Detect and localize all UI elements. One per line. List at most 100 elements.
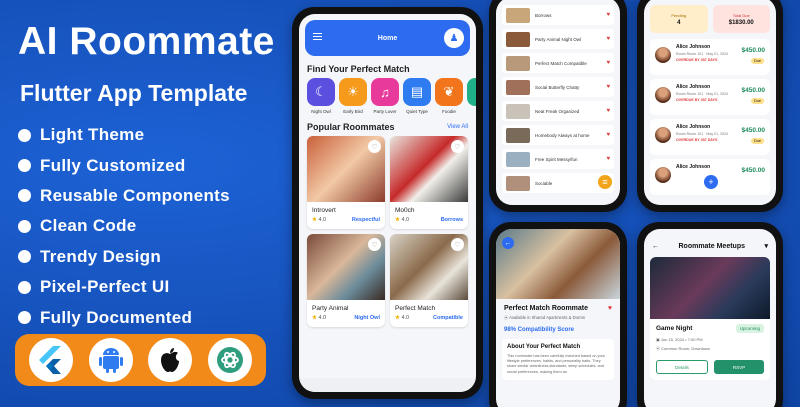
meetup-card[interactable]: Game Night Upcoming ▣ Jun 15, 2024 • 7:00… [650,257,770,380]
roommate-card[interactable]: ♡ Introvert ★ 4.0 Respectful [307,136,385,229]
roommate-tag: Compatible [433,315,463,321]
total-value: $1830.00 [728,19,754,26]
category-early-bird[interactable]: ☀ Early Bird [339,78,367,114]
category-label: Night Owl [311,109,331,114]
back-icon[interactable]: ← [502,237,514,249]
roommate-card[interactable]: ♡ Perfect Match ★ 4.0 Compatible [390,234,468,327]
date-text: Jun 15, 2024 • 7:00 PM [660,337,703,342]
list-item[interactable]: Homebody Always at home ♥ [502,125,614,145]
list-item[interactable]: Social Butterfly Chatty ♥ [502,77,614,97]
pending-label: Pending [671,12,687,18]
list-item[interactable]: Free Spirit Messy/fun ♥ [502,149,614,169]
notification-icon[interactable]: ♟ [444,28,464,48]
bullet-icon [18,250,31,264]
roommate-card[interactable]: ♡ Mo0ch ★ 4.0 Borrows [390,136,468,229]
status-badge: Due [751,58,764,64]
category-foodie[interactable]: ❦ Foodie [435,78,463,114]
find-title: Find Your Perfect Match [307,64,410,74]
roommate-photo: ♡ [307,234,385,300]
heart-icon[interactable]: ♥ [606,156,610,162]
detail-title-row: Perfect Match Roommate ♥ [504,305,612,312]
flutter-icon [28,338,73,382]
bullet-icon [18,189,31,203]
roommate-grid: ♡ Introvert ★ 4.0 Respectful ♡ Mo0ch ★ 4.… [299,136,476,327]
bullet-icon [18,219,31,233]
feature-list: Light Theme Fully Customized Reusable Co… [18,120,230,333]
heart-icon[interactable]: ♡ [451,238,464,251]
category-party-lover[interactable]: ♫ Party Lover [371,78,399,114]
expense-card[interactable]: Alice Johnson Room Room 101 · May 01, 202… [650,39,770,75]
detail-screen: ← Perfect Match Roommate ♥ ⦿ Available in… [496,229,620,407]
heart-icon[interactable]: ♥ [606,12,610,18]
expense-amount: $450.00 [741,87,766,94]
phone-home: Home ♟ Find Your Perfect Match ☾ Night Ow… [292,7,483,399]
category-list: ☾ Night Owl ☀ Early Bird ♫ Party Lover ▤ Qui… [299,78,476,114]
feature-item: Pixel-Perfect UI [18,272,230,302]
feature-item: Clean Code [18,211,230,241]
list-item[interactable]: Borrows ♥ [502,5,614,25]
rating-value: 4.0 [401,217,410,223]
list-thumbnail [506,175,530,191]
status-badge: Due [751,98,764,104]
list-item[interactable]: Party Animal Night Owl ♥ [502,29,614,49]
roommate-card[interactable]: ♡ Party Animal ★ 4.0 Night Owl [307,234,385,327]
details-button[interactable]: Details [656,360,708,374]
roommate-tag: Night Owl [354,315,380,321]
roommate-photo: ♡ [390,136,468,202]
expense-amount: $450.00 [741,47,766,54]
status-badge: Upcoming [735,324,764,333]
rating: ★ 4.0 [312,315,326,321]
avatar [655,167,671,183]
category-label: Foodie [442,109,456,114]
roommate-name: Mo0ch [395,207,415,214]
list-screen: Borrows ♥ Party Animal Night Owl ♥ Perfect… [496,0,620,205]
avatar [655,87,671,103]
roommate-photo: ♡ [307,136,385,202]
filter-icon[interactable]: ▾ [764,242,768,250]
feature-label: Fully Documented [40,307,193,327]
platform-badges [15,334,266,386]
heart-icon[interactable]: ♥ [606,132,610,138]
back-icon[interactable]: ← [652,243,659,250]
android-icon [88,338,133,382]
pending-value: 4 [677,19,681,26]
heart-icon[interactable]: ♥ [606,108,610,114]
heart-icon[interactable]: ♡ [368,238,381,251]
category-night-owl[interactable]: ☾ Night Owl [307,78,335,114]
list-item[interactable]: Neat Freak Organized ♥ [502,101,614,121]
feature-label: Clean Code [40,216,137,236]
category-more[interactable]: ●N [467,78,476,114]
rating-value: 4.0 [318,315,327,321]
heart-icon[interactable]: ♥ [606,36,610,42]
category-label: Early Bird [343,109,363,114]
view-all-link[interactable]: View All [447,124,468,132]
meetup-place: ⦿ Common Room, Downtown [656,346,711,351]
list-thumbnail [506,127,530,143]
expense-card[interactable]: Alice Johnson Room Room 101 · May 01, 202… [650,79,770,115]
category-quiet-type[interactable]: ▤ Quiet Type [403,78,431,114]
feature-label: Trendy Design [40,246,162,266]
book-icon: ▤ [403,78,431,106]
avatar [655,127,671,143]
meetup-date: ▣ Jun 15, 2024 • 7:00 PM [656,337,703,342]
app-bar: Home ♟ [305,20,470,56]
heart-icon[interactable]: ♡ [451,140,464,153]
heart-icon[interactable]: ♥ [608,305,612,312]
list-item[interactable]: Perfect Match Compatible ♥ [502,53,614,73]
system-nav-bar [299,378,476,392]
feature-item: Fully Documented [18,302,230,332]
add-expense-fab[interactable]: + [704,175,718,189]
expense-card[interactable]: Alice Johnson Room Room 101 · May 01, 202… [650,119,770,155]
feature-item: Trendy Design [18,242,230,272]
heart-icon[interactable]: ♡ [368,140,381,153]
heart-icon[interactable]: ♥ [606,84,610,90]
category-label: Quiet Type [406,109,428,114]
list-thumbnail [506,7,530,23]
heart-icon[interactable]: ♥ [606,60,610,66]
meetups-screen: ← Roommate Meetups ▾ Game Night Upcoming ▣ … [644,229,776,407]
rsvp-button[interactable]: RSVP [714,360,764,374]
menu-icon[interactable] [313,33,322,40]
filter-fab[interactable]: ≡ [598,175,612,189]
openai-icon [208,338,253,382]
phone-list: Borrows ♥ Party Animal Night Owl ♥ Perfect… [489,0,627,212]
